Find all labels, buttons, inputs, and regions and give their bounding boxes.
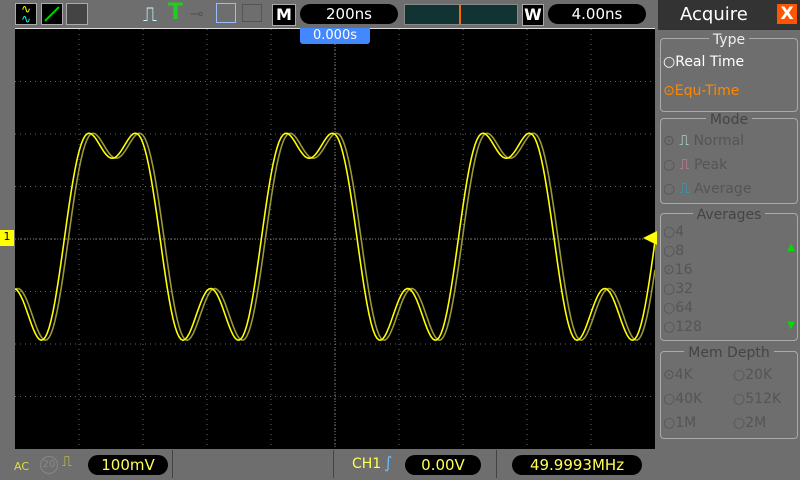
mem-option-40k[interactable]: ○40K <box>663 391 702 407</box>
mem-option-2m[interactable]: ○2M <box>733 415 766 431</box>
window-timebase-value[interactable]: 4.00ns <box>548 4 646 24</box>
trigger-level-marker[interactable] <box>643 231 657 245</box>
persist-icon[interactable] <box>66 3 88 25</box>
frequency-counter: 49.9993MHz <box>512 455 642 475</box>
scroll-down-icon[interactable]: ▼ <box>787 320 795 331</box>
mem-option-4k[interactable]: ⊙4K <box>663 367 693 383</box>
mem-option-20k[interactable]: ○20K <box>733 367 772 383</box>
menu-title: Acquire <box>680 4 748 25</box>
type-option-real-time[interactable]: ○Real Time <box>663 54 744 70</box>
mode-label: Mode <box>705 112 753 128</box>
channel-wave-icon: ⎍ <box>62 454 72 470</box>
mode-option-average[interactable]: ○ ⎍ Average <box>663 181 751 197</box>
main-timebase-label: M <box>272 4 296 26</box>
memory-position-marker <box>459 5 461 24</box>
normal-icon: ⎍ <box>679 133 689 149</box>
averages-option[interactable]: ○8 <box>663 243 684 259</box>
volts-div-value[interactable]: 100mV <box>88 455 168 475</box>
type-option-equ-time[interactable]: ⊙Equ-Time <box>663 83 739 99</box>
averages-option[interactable]: ○4 <box>663 224 684 240</box>
window-timebase-label: W <box>522 4 544 26</box>
save-icon[interactable] <box>216 3 236 23</box>
trigger-t-icon: T <box>168 0 184 25</box>
averages-option[interactable]: ○128 <box>663 319 702 335</box>
mode-option-normal[interactable]: ⊙ ⎍ Normal <box>663 133 744 149</box>
averages-option[interactable]: ⊙16 <box>663 262 693 278</box>
peak-icon: ⎍ <box>679 157 690 173</box>
ramp-icon[interactable] <box>41 3 63 25</box>
scroll-up-icon[interactable]: ▲ <box>787 242 795 253</box>
waveform-icon[interactable]: ∿ ∿ <box>15 3 37 25</box>
rising-edge-icon: ∫ <box>384 453 393 472</box>
type-label: Type <box>708 32 750 48</box>
timebase-value[interactable]: 200ns <box>300 4 398 24</box>
type-panel: Type ○Real Time ⊙Equ-Time <box>660 32 798 112</box>
trigger-source: CH1 <box>352 456 382 472</box>
mem-option-512k[interactable]: ○512K <box>733 391 781 407</box>
waveform-display[interactable] <box>14 28 656 449</box>
key-icon: ⊸ <box>190 4 204 23</box>
memory-position-bar[interactable] <box>404 4 518 25</box>
mem-depth-label: Mem Depth <box>684 345 774 361</box>
channel1-marker[interactable]: 1 <box>0 230 14 246</box>
mode-panel: Mode ⊙ ⎍ Normal ○ ⎍ Peak ○ ⎍ Average <box>660 112 798 204</box>
trigger-position-marker[interactable]: 0.000s <box>300 28 370 44</box>
averages-option[interactable]: ○64 <box>663 300 693 316</box>
averages-label: Averages <box>692 207 766 223</box>
trigger-level-value[interactable]: 0.00V <box>405 455 481 475</box>
trigger-status-icon: ⎍ <box>143 2 157 26</box>
average-icon: ⎍ <box>679 181 690 197</box>
printer-icon[interactable] <box>242 4 262 22</box>
close-button[interactable]: X <box>777 4 797 24</box>
mem-depth-panel: Mem Depth ⊙4K ○20K ○40K ○512K ○1M ○2M <box>660 345 798 439</box>
waveform-plot <box>14 29 656 449</box>
bw-limit-icon: 20 <box>40 456 58 474</box>
coupling-label: AC <box>14 460 30 473</box>
mem-option-1m[interactable]: ○1M <box>663 415 696 431</box>
averages-option[interactable]: ○32 <box>663 281 693 297</box>
averages-panel: Averages ○4 ○8 ⊙16 ○32 ○64 ○128 ▲ ▼ <box>660 207 798 341</box>
mode-option-peak[interactable]: ○ ⎍ Peak <box>663 157 727 173</box>
